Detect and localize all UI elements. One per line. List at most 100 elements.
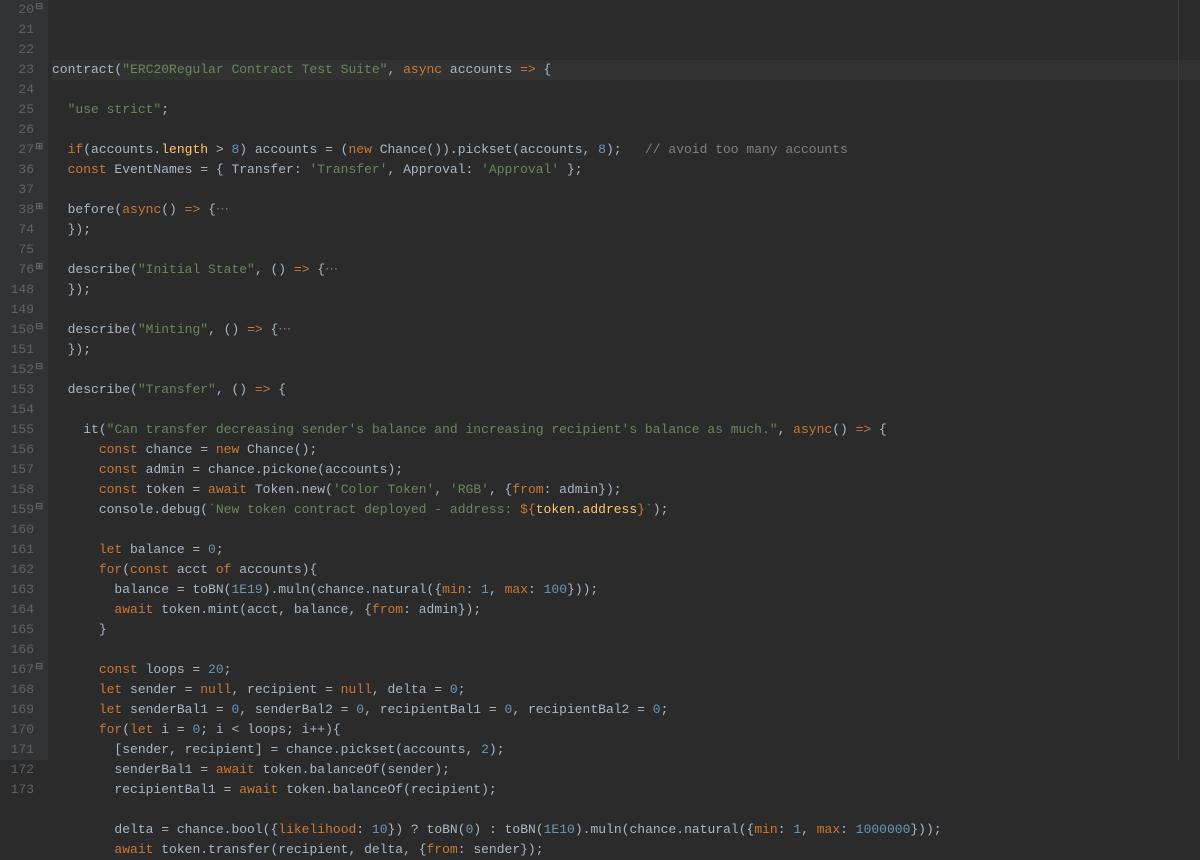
line-number[interactable]: 165 <box>0 620 44 640</box>
code-line[interactable]: let balance = 0; <box>52 540 1200 560</box>
line-number[interactable]: 37 <box>0 180 44 200</box>
code-line[interactable] <box>52 400 1200 420</box>
token-p: [sender, recipient] = chance. <box>114 742 340 757</box>
line-number[interactable]: 168 <box>0 680 44 700</box>
code-line[interactable] <box>52 360 1200 380</box>
line-number[interactable]: 38⊞ <box>0 200 44 220</box>
code-line[interactable]: let sender = null, recipient = null, del… <box>52 680 1200 700</box>
code-line[interactable]: before(async() => {⋯ <box>52 200 1200 220</box>
code-line[interactable]: const loops = 20; <box>52 660 1200 680</box>
code-line[interactable] <box>52 180 1200 200</box>
line-number[interactable]: 23 <box>0 60 44 80</box>
code-editor[interactable]: 20⊟21222324252627⊞363738⊞747576⊞14814915… <box>0 0 1200 760</box>
code-line[interactable] <box>52 640 1200 660</box>
line-number[interactable]: 157 <box>0 460 44 480</box>
token-p: , <box>387 62 403 77</box>
line-number[interactable]: 169 <box>0 700 44 720</box>
code-line[interactable]: let senderBal1 = 0, senderBal2 = 0, reci… <box>52 700 1200 720</box>
code-line[interactable]: await token.transfer(recipient, delta, {… <box>52 840 1200 860</box>
code-line[interactable]: const token = await Token.new('Color Tok… <box>52 480 1200 500</box>
line-number[interactable]: 149 <box>0 300 44 320</box>
code-line[interactable]: }); <box>52 220 1200 240</box>
code-line[interactable] <box>52 520 1200 540</box>
code-line[interactable]: await token.mint(acct, balance, {from: a… <box>52 600 1200 620</box>
line-number[interactable]: 24 <box>0 80 44 100</box>
line-number[interactable]: 22 <box>0 40 44 60</box>
line-number[interactable]: 173 <box>0 780 44 800</box>
code-line[interactable]: const EventNames = { Transfer: 'Transfer… <box>52 160 1200 180</box>
code-line[interactable]: balance = toBN(1E19).muln(chance.natural… <box>52 580 1200 600</box>
line-number[interactable]: 156 <box>0 440 44 460</box>
line-number[interactable]: 151 <box>0 340 44 360</box>
fold-marker-icon[interactable]: ⊞ <box>35 143 43 151</box>
line-number[interactable]: 171 <box>0 740 44 760</box>
line-number[interactable]: 75 <box>0 240 44 260</box>
line-number[interactable]: 162 <box>0 560 44 580</box>
code-line[interactable]: }); <box>52 340 1200 360</box>
line-number[interactable]: 20⊟ <box>0 0 44 20</box>
token-p: token. <box>255 762 310 777</box>
fold-marker-icon[interactable]: ⊟ <box>35 503 43 511</box>
code-line[interactable]: senderBal1 = await token.balanceOf(sende… <box>52 760 1200 780</box>
fold-marker-icon[interactable]: ⊞ <box>35 263 43 271</box>
code-line[interactable] <box>52 240 1200 260</box>
code-line[interactable]: describe("Initial State", () => {⋯ <box>52 260 1200 280</box>
line-number[interactable]: 76⊞ <box>0 260 44 280</box>
code-line[interactable]: "use strict"; <box>52 100 1200 120</box>
code-line[interactable]: const chance = new Chance(); <box>52 440 1200 460</box>
code-line[interactable]: } <box>52 620 1200 640</box>
line-number[interactable]: 25 <box>0 100 44 120</box>
line-number[interactable]: 161 <box>0 540 44 560</box>
token-p: { <box>310 262 326 277</box>
line-number[interactable]: 160 <box>0 520 44 540</box>
token-p: recipientBal1 = <box>114 782 239 797</box>
fold-marker-icon[interactable]: ⊞ <box>35 203 43 211</box>
line-number[interactable]: 167⊟ <box>0 660 44 680</box>
code-line[interactable]: for(const acct of accounts){ <box>52 560 1200 580</box>
line-number[interactable]: 155 <box>0 420 44 440</box>
code-line[interactable] <box>52 120 1200 140</box>
fold-marker-icon[interactable]: ⊟ <box>35 663 43 671</box>
fold-marker-icon[interactable]: ⊟ <box>35 363 43 371</box>
code-line[interactable]: recipientBal1 = await token.balanceOf(re… <box>52 780 1200 800</box>
code-area[interactable]: contract("ERC20Regular Contract Test Sui… <box>48 0 1200 760</box>
code-line[interactable]: it("Can transfer decreasing sender's bal… <box>52 420 1200 440</box>
token-str: `New token contract deployed - address: <box>208 502 520 517</box>
line-number[interactable]: 74 <box>0 220 44 240</box>
code-line[interactable] <box>52 300 1200 320</box>
code-line[interactable]: delta = chance.bool({likelihood: 10}) ? … <box>52 820 1200 840</box>
line-number[interactable]: 26 <box>0 120 44 140</box>
line-number[interactable]: 152⊟ <box>0 360 44 380</box>
code-line[interactable] <box>52 800 1200 820</box>
line-number[interactable]: 159⊟ <box>0 500 44 520</box>
line-number[interactable]: 153 <box>0 380 44 400</box>
line-number-gutter[interactable]: 20⊟21222324252627⊞363738⊞747576⊞14814915… <box>0 0 48 760</box>
code-line[interactable]: contract("ERC20Regular Contract Test Sui… <box>52 60 1200 80</box>
line-number[interactable]: 148 <box>0 280 44 300</box>
line-number[interactable]: 27⊞ <box>0 140 44 160</box>
fold-marker-icon[interactable]: ⊟ <box>35 323 43 331</box>
line-number[interactable]: 158 <box>0 480 44 500</box>
code-line[interactable]: describe("Minting", () => {⋯ <box>52 320 1200 340</box>
token-kw: for <box>99 722 122 737</box>
token-call: pickset <box>458 142 513 157</box>
line-number[interactable]: 166 <box>0 640 44 660</box>
fold-marker-icon[interactable]: ⊟ <box>35 3 43 11</box>
code-line[interactable]: }); <box>52 280 1200 300</box>
line-number[interactable]: 21 <box>0 20 44 40</box>
code-line[interactable]: console.debug(`New token contract deploy… <box>52 500 1200 520</box>
line-number[interactable]: 164 <box>0 600 44 620</box>
line-number[interactable]: 172 <box>0 760 44 780</box>
line-number[interactable]: 170 <box>0 720 44 740</box>
code-line[interactable]: describe("Transfer", () => { <box>52 380 1200 400</box>
code-line[interactable]: [sender, recipient] = chance.pickset(acc… <box>52 740 1200 760</box>
line-number[interactable]: 163 <box>0 580 44 600</box>
code-line[interactable] <box>52 80 1200 100</box>
line-number[interactable]: 36 <box>0 160 44 180</box>
line-number[interactable]: 154 <box>0 400 44 420</box>
token-kw: null <box>200 682 231 697</box>
line-number[interactable]: 150⊟ <box>0 320 44 340</box>
code-line[interactable]: if(accounts.length > 8) accounts = (new … <box>52 140 1200 160</box>
code-line[interactable]: const admin = chance.pickone(accounts); <box>52 460 1200 480</box>
code-line[interactable]: for(let i = 0; i < loops; i++){ <box>52 720 1200 740</box>
